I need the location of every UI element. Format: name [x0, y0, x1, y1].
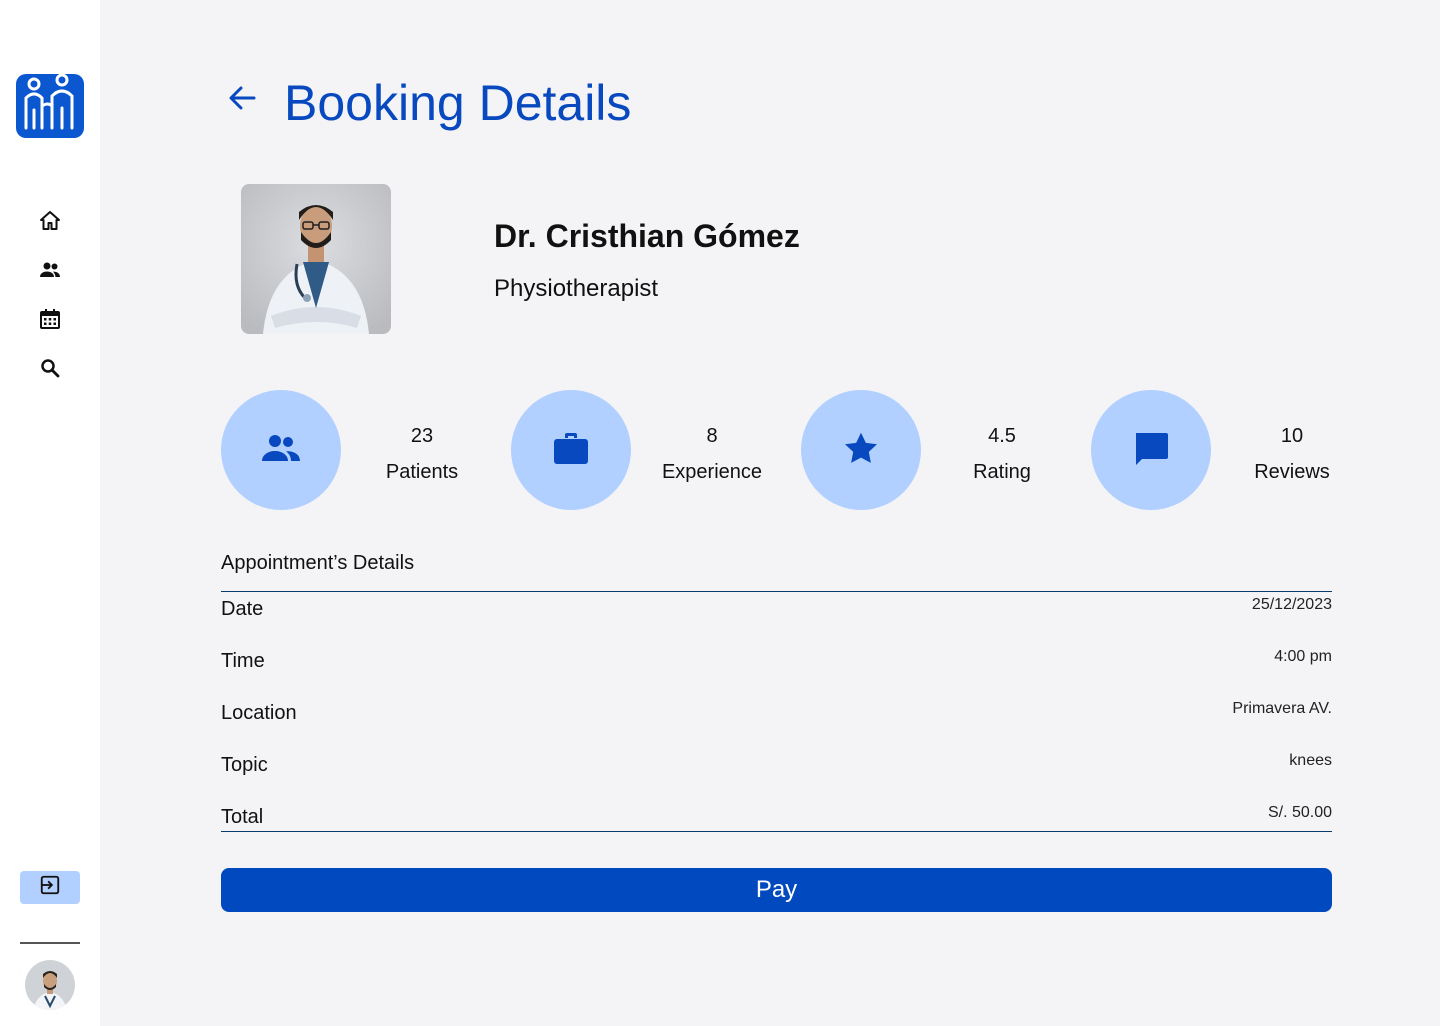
logout-button[interactable]	[20, 871, 80, 904]
detail-label-date: Date	[221, 598, 264, 620]
patients-icon	[262, 433, 300, 468]
pay-button[interactable]: Pay	[221, 868, 1332, 912]
details-bottom-divider	[221, 831, 1332, 832]
calendar-icon[interactable]	[38, 307, 62, 331]
stat-label: Reviews	[1254, 461, 1330, 483]
stat-value: 4.5	[988, 425, 1016, 447]
stat-label: Patients	[385, 461, 459, 483]
appointment-heading: Appointment’s Details	[221, 552, 415, 574]
sidebar	[0, 0, 100, 1026]
stat-label: Experience	[661, 461, 763, 483]
people-icon[interactable]	[38, 258, 62, 282]
detail-label-location: Location	[221, 702, 297, 724]
doctor-photo	[241, 184, 391, 334]
stat-label: Rating	[973, 461, 1031, 483]
stat-value: 10	[1280, 425, 1304, 447]
stat-rating-circle	[801, 390, 921, 510]
detail-label-total: Total	[221, 806, 264, 828]
chat-icon	[1134, 431, 1168, 470]
stat-reviews-circle	[1091, 390, 1211, 510]
star-icon	[844, 432, 878, 469]
detail-value-topic: knees	[1289, 752, 1332, 769]
stat-reviews: 10 Reviews	[1222, 418, 1362, 490]
doctor-specialty: Physiotherapist	[494, 275, 659, 302]
page-title: Booking Details	[284, 75, 632, 131]
detail-value-location: Primavera AV.	[1232, 700, 1332, 717]
user-avatar[interactable]	[25, 960, 75, 1010]
detail-label-topic: Topic	[221, 754, 268, 776]
stat-value: 8	[706, 425, 718, 447]
home-icon[interactable]	[38, 209, 62, 233]
detail-value-time: 4:00 pm	[1274, 648, 1332, 665]
sidebar-divider	[20, 942, 80, 944]
exit-icon	[39, 874, 61, 901]
app-logo[interactable]	[16, 70, 84, 140]
details-top-divider	[221, 591, 1332, 592]
detail-label-time: Time	[221, 650, 265, 672]
stat-rating: 4.5 Rating	[932, 418, 1072, 490]
stat-value: 23	[410, 425, 434, 447]
search-icon[interactable]	[38, 356, 62, 380]
doctor-name: Dr. Cristhian Gómez	[494, 218, 800, 254]
stat-patients: 23 Patients	[352, 418, 492, 490]
detail-value-total: S/. 50.00	[1267, 804, 1332, 821]
stat-patients-circle	[221, 390, 341, 510]
briefcase-icon	[554, 432, 588, 469]
detail-value-date: 25/12/2023	[1251, 596, 1332, 613]
stat-experience: 8 Experience	[642, 418, 782, 490]
stat-experience-circle	[511, 390, 631, 510]
back-arrow-icon[interactable]	[224, 80, 260, 116]
